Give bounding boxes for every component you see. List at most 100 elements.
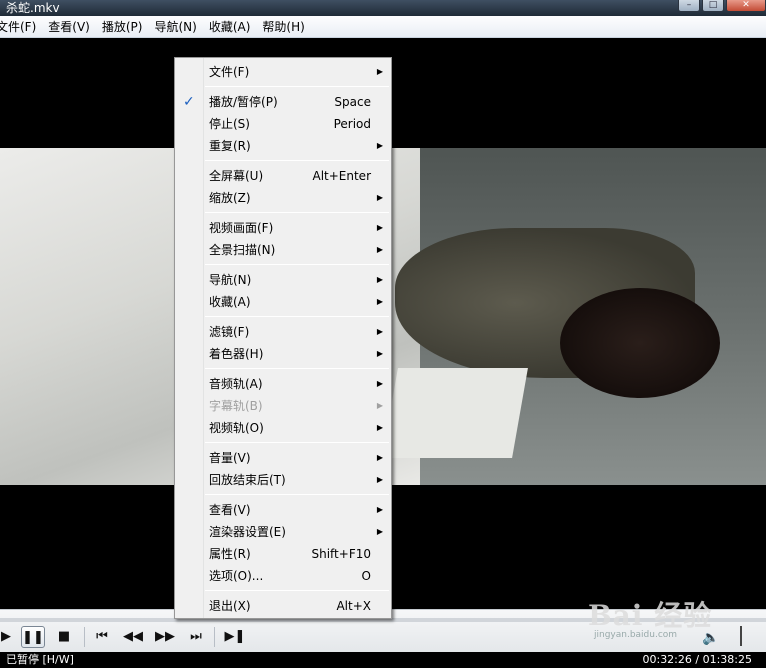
menu-item-shortcut: Shift+F10 [311, 547, 371, 561]
time-display: 00:32:26 / 01:38:25 [642, 653, 752, 666]
playback-state: 已暂停 [H/W] [6, 653, 74, 666]
menu-item[interactable]: 文件(F) ▶ [177, 61, 389, 83]
menu-item-label: 音量(V) [209, 451, 251, 465]
menu-item[interactable]: 查看(V) ▶ [177, 499, 389, 521]
menu-item-label: 播放/暂停(P) [209, 95, 278, 109]
menu-item-label: 滤镜(F) [209, 325, 250, 339]
submenu-arrow-icon: ▶ [376, 297, 383, 306]
menu-bar: 文件(F) 查看(V) 播放(P) 导航(N) 收藏(A) 帮助(H) [0, 16, 766, 38]
menu-favorites[interactable]: 收藏(A) [203, 16, 257, 38]
menu-separator [205, 212, 389, 213]
next-button[interactable]: ⏭ [184, 626, 208, 648]
menu-item-label: 查看(V) [209, 503, 251, 517]
menu-item-label: 导航(N) [209, 273, 252, 287]
context-menu: 文件(F) ▶ ✓ 播放/暂停(P) Space 停止(S) Period 重复(R) ▶ 全屏幕… [174, 57, 392, 619]
menu-item[interactable]: 退出(X) Alt+X [177, 595, 389, 617]
menu-item[interactable]: 收藏(A) ▶ [177, 291, 389, 313]
menu-item-label: 渲染器设置(E) [209, 525, 286, 539]
menu-item-label: 收藏(A) [209, 295, 251, 309]
fast-forward-button[interactable]: ▶▶ [153, 626, 177, 648]
menu-separator [205, 264, 389, 265]
menu-item-shortcut: Alt+Enter [312, 169, 371, 183]
menu-item[interactable]: 回放结束后(T) ▶ [177, 469, 389, 491]
submenu-arrow-icon: ▶ [376, 475, 383, 484]
menu-item-label: 停止(S) [209, 117, 250, 131]
submenu-arrow-icon: ▶ [376, 505, 383, 514]
previous-button[interactable]: ⏮ [90, 626, 114, 648]
frame-step-button[interactable]: ▶❚ [223, 626, 247, 648]
menu-separator [205, 442, 389, 443]
submenu-arrow-icon: ▶ [376, 67, 383, 76]
submenu-arrow-icon: ▶ [376, 453, 383, 462]
menu-item[interactable]: 音频轨(A) ▶ [177, 373, 389, 395]
baidu-watermark: Bai 经验 jingyan.baidu.com [588, 594, 713, 640]
submenu-arrow-icon: ▶ [376, 245, 383, 254]
submenu-arrow-icon: ▶ [376, 379, 383, 388]
submenu-arrow-icon: ▶ [376, 141, 383, 150]
minimize-button[interactable]: – [678, 0, 700, 12]
menu-separator [205, 160, 389, 161]
checkmark-icon: ✓ [183, 94, 195, 110]
video-paper [382, 368, 528, 458]
maximize-button[interactable]: □ [702, 0, 724, 12]
menu-separator [205, 368, 389, 369]
stop-button[interactable]: ■ [52, 626, 76, 648]
window-buttons: – □ ✕ [678, 0, 766, 14]
menu-separator [205, 494, 389, 495]
menu-item-shortcut: Period [333, 117, 371, 131]
menu-separator [205, 86, 389, 87]
watermark-logo: Bai 经验 [588, 599, 713, 632]
play-button[interactable]: ▶ [0, 626, 18, 648]
menu-item-shortcut: Space [334, 95, 371, 109]
submenu-arrow-icon: ▶ [376, 327, 383, 336]
submenu-arrow-icon: ▶ [376, 349, 383, 358]
menu-item-label: 选项(O)... [209, 569, 264, 583]
menu-item[interactable]: 视频画面(F) ▶ [177, 217, 389, 239]
menu-item[interactable]: 渲染器设置(E) ▶ [177, 521, 389, 543]
menu-separator [205, 316, 389, 317]
submenu-arrow-icon: ▶ [376, 527, 383, 536]
separator [214, 627, 215, 647]
menu-item-label: 音频轨(A) [209, 377, 263, 391]
menu-item[interactable]: 音量(V) ▶ [177, 447, 389, 469]
menu-item-shortcut: Alt+X [336, 599, 371, 613]
menu-item-label: 全屏幕(U) [209, 169, 264, 183]
menu-item[interactable]: 着色器(H) ▶ [177, 343, 389, 365]
menu-item-label: 字幕轨(B) [209, 399, 263, 413]
submenu-arrow-icon: ▶ [376, 401, 383, 410]
submenu-arrow-icon: ▶ [376, 275, 383, 284]
menu-navigate[interactable]: 导航(N) [148, 16, 202, 38]
menu-view[interactable]: 查看(V) [42, 16, 96, 38]
status-bar: 已暂停 [H/W] 00:32:26 / 01:38:25 [0, 652, 766, 668]
menu-item-label: 缩放(Z) [209, 191, 251, 205]
volume-slider[interactable] [740, 626, 742, 646]
submenu-arrow-icon: ▶ [376, 423, 383, 432]
menu-file[interactable]: 文件(F) [0, 16, 42, 38]
menu-item[interactable]: 缩放(Z) ▶ [177, 187, 389, 209]
menu-item[interactable]: 全屏幕(U) Alt+Enter [177, 165, 389, 187]
watermark-url: jingyan.baidu.com [594, 630, 678, 640]
menu-item[interactable]: ✓ 播放/暂停(P) Space [177, 91, 389, 113]
title-bar: 杀蛇.mkv – □ ✕ [0, 0, 766, 16]
menu-item[interactable]: 视频轨(O) ▶ [177, 417, 389, 439]
menu-item[interactable]: 全景扫描(N) ▶ [177, 239, 389, 261]
video-figure-head [560, 288, 720, 398]
menu-item-label: 视频画面(F) [209, 221, 274, 235]
menu-help[interactable]: 帮助(H) [256, 16, 310, 38]
pause-button[interactable]: ❚❚ [21, 626, 45, 648]
rewind-button[interactable]: ◀◀ [121, 626, 145, 648]
menu-item[interactable]: 选项(O)... O [177, 565, 389, 587]
menu-item-label: 退出(X) [209, 599, 251, 613]
menu-item-label: 文件(F) [209, 65, 250, 79]
menu-item: 字幕轨(B) ▶ [177, 395, 389, 417]
menu-item[interactable]: 重复(R) ▶ [177, 135, 389, 157]
menu-play[interactable]: 播放(P) [96, 16, 149, 38]
submenu-arrow-icon: ▶ [376, 223, 383, 232]
menu-item[interactable]: 停止(S) Period [177, 113, 389, 135]
menu-separator [205, 590, 389, 591]
menu-item[interactable]: 滤镜(F) ▶ [177, 321, 389, 343]
close-button[interactable]: ✕ [726, 0, 766, 12]
menu-item-label: 属性(R) [209, 547, 251, 561]
menu-item[interactable]: 导航(N) ▶ [177, 269, 389, 291]
menu-item[interactable]: 属性(R) Shift+F10 [177, 543, 389, 565]
